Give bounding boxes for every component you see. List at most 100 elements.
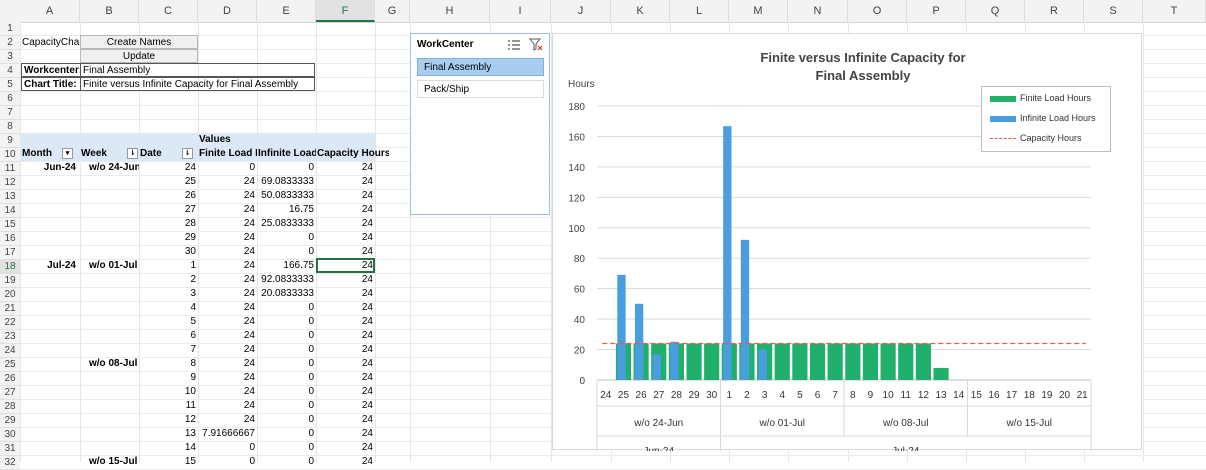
pivot-cell-date[interactable]: 6 [140, 329, 198, 343]
pivot-cell-cap[interactable]: 24 [317, 357, 375, 371]
pivot-cell-cap[interactable]: 24 [317, 343, 375, 357]
sort-filter-icon[interactable]: ⇂ [181, 147, 193, 159]
pivot-cell-infinite[interactable]: 0 [258, 231, 316, 245]
pivot-cell-date[interactable]: 9 [140, 371, 198, 385]
pivot-cell-week[interactable] [81, 315, 139, 329]
pivot-header-finite[interactable]: Finite Load H [199, 147, 257, 161]
column-header-i[interactable]: I [490, 0, 551, 22]
column-header-h[interactable]: H [410, 0, 490, 22]
pivot-cell-week[interactable] [81, 189, 139, 203]
pivot-cell-infinite[interactable]: 20.0833333 [258, 287, 316, 301]
pivot-cell-finite[interactable]: 24 [199, 287, 257, 301]
row-header-8[interactable]: 8 [0, 120, 20, 134]
pivot-cell-infinite[interactable]: 16.75 [258, 203, 316, 217]
column-header-k[interactable]: K [611, 0, 670, 22]
pivot-cell-month[interactable] [22, 315, 80, 329]
pivot-cell-finite[interactable]: 24 [199, 343, 257, 357]
pivot-header-date[interactable]: Date ⇂ [140, 147, 198, 161]
pivot-cell-cap[interactable]: 24 [317, 315, 375, 329]
row-header-13[interactable]: 13 [0, 190, 20, 204]
pivot-cell-date[interactable]: 26 [140, 189, 198, 203]
pivot-cell-cap[interactable]: 24 [317, 399, 375, 413]
pivot-cell-finite[interactable]: 24 [199, 175, 257, 189]
pivot-cell-date[interactable]: 11 [140, 399, 198, 413]
row-header-29[interactable]: 29 [0, 414, 20, 428]
pivot-cell-date[interactable]: 3 [140, 287, 198, 301]
pivot-cell-month[interactable] [22, 231, 80, 245]
column-header-d[interactable]: D [198, 0, 257, 22]
update-button[interactable]: Update [80, 49, 198, 63]
pivot-cell-cap[interactable]: 24 [317, 175, 375, 189]
row-header-5[interactable]: 5 [0, 78, 20, 92]
pivot-cell-cap[interactable]: 24 [317, 413, 375, 427]
row-header-31[interactable]: 31 [0, 442, 20, 456]
pivot-cell-infinite[interactable]: 166.75 [258, 259, 316, 273]
pivot-cell-cap[interactable]: 24 [317, 301, 375, 315]
pivot-cell-infinite[interactable]: 0 [258, 161, 316, 175]
pivot-cell-week[interactable] [81, 371, 139, 385]
pivot-header-week[interactable]: Week ⇂ [81, 147, 139, 161]
pivot-cell-infinite[interactable]: 0 [258, 329, 316, 343]
pivot-header-month[interactable]: Month ▾ [22, 147, 80, 161]
column-header-c[interactable]: C [139, 0, 198, 22]
pivot-cell-week[interactable] [81, 399, 139, 413]
pivot-cell-cap[interactable]: 24 [317, 385, 375, 399]
column-header-a[interactable]: A [20, 0, 80, 22]
pivot-cell-infinite[interactable]: 0 [258, 427, 316, 441]
slicer-item-final-assembly[interactable]: Final Assembly [417, 58, 544, 76]
sort-filter-icon[interactable]: ⇂ [126, 147, 138, 159]
row-header-23[interactable]: 23 [0, 330, 20, 344]
row-header-27[interactable]: 27 [0, 386, 20, 400]
workcenter-value[interactable]: Final Assembly [80, 63, 315, 77]
pivot-cell-finite[interactable]: 7.91666667 [199, 427, 257, 441]
pivot-cell-date[interactable]: 10 [140, 385, 198, 399]
column-header-s[interactable]: S [1084, 0, 1143, 22]
row-header-26[interactable]: 26 [0, 372, 20, 386]
pivot-cell-date[interactable]: 7 [140, 343, 198, 357]
pivot-cell-date[interactable]: 30 [140, 245, 198, 259]
row-header-18[interactable]: 18 [0, 260, 20, 274]
column-header-n[interactable]: N [788, 0, 848, 22]
pivot-cell-month[interactable] [22, 427, 80, 441]
pivot-cell-finite[interactable]: 24 [199, 357, 257, 371]
pivot-cell-month[interactable] [22, 189, 80, 203]
cell-a2[interactable]: CapacityChar [22, 36, 80, 50]
pivot-cell-infinite[interactable]: 0 [258, 301, 316, 315]
pivot-cell-month[interactable] [22, 441, 80, 455]
column-header-t[interactable]: T [1143, 0, 1206, 22]
workcenter-slicer[interactable]: WorkCenter Final Assembly Pack/Ship [410, 33, 550, 215]
pivot-cell-finite[interactable]: 24 [199, 329, 257, 343]
pivot-cell-finite[interactable]: 0 [199, 441, 257, 455]
pivot-cell-cap[interactable]: 24 [317, 371, 375, 385]
pivot-cell-finite[interactable]: 24 [199, 315, 257, 329]
row-header-15[interactable]: 15 [0, 218, 20, 232]
row-header-25[interactable]: 25 [0, 358, 20, 372]
row-header-16[interactable]: 16 [0, 232, 20, 246]
pivot-cell-date[interactable]: 27 [140, 203, 198, 217]
pivot-cell-date[interactable]: 29 [140, 231, 198, 245]
pivot-cell-month[interactable] [22, 399, 80, 413]
pivot-cell-infinite[interactable]: 25.0833333 [258, 217, 316, 231]
slicer-item-pack-ship[interactable]: Pack/Ship [417, 80, 544, 98]
pivot-cell-cap[interactable]: 24 [317, 455, 375, 469]
pivot-cell-week[interactable] [81, 231, 139, 245]
column-header-j[interactable]: J [551, 0, 611, 22]
column-header-b[interactable]: B [80, 0, 139, 22]
row-header-24[interactable]: 24 [0, 344, 20, 358]
column-header-r[interactable]: R [1025, 0, 1084, 22]
pivot-header-capacity[interactable]: Capacity Hours [317, 147, 389, 161]
pivot-cell-month[interactable] [22, 385, 80, 399]
clear-filter-icon[interactable] [529, 38, 543, 51]
pivot-cell-week[interactable] [81, 175, 139, 189]
column-header-p[interactable]: P [907, 0, 966, 22]
pivot-cell-week[interactable] [81, 427, 139, 441]
pivot-cell-finite[interactable]: 24 [199, 273, 257, 287]
pivot-cell-month[interactable]: Jun-24 [22, 161, 80, 175]
row-header-28[interactable]: 28 [0, 400, 20, 414]
pivot-cell-finite[interactable]: 24 [199, 399, 257, 413]
pivot-cell-cap[interactable]: 24 [317, 427, 375, 441]
pivot-cell-date[interactable]: 28 [140, 217, 198, 231]
chart-title-value[interactable]: Finite versus Infinite Capacity for Fina… [80, 77, 315, 91]
pivot-cell-week[interactable] [81, 203, 139, 217]
pivot-cell-week[interactable] [81, 441, 139, 455]
